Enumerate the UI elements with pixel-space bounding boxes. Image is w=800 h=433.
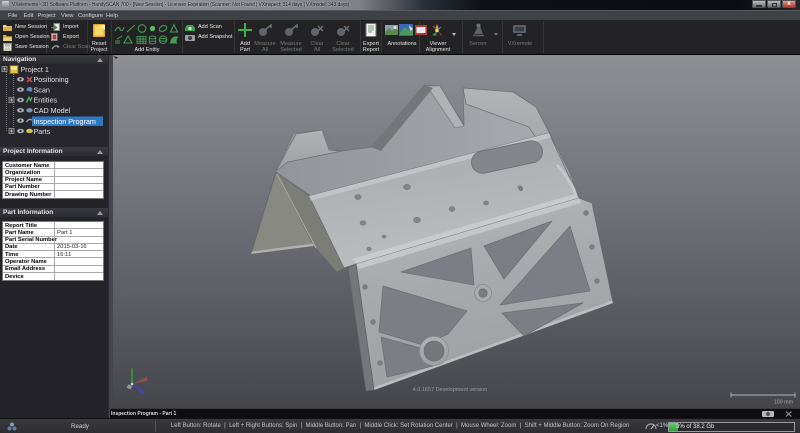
- svg-text:Project 1: Project 1: [21, 65, 49, 74]
- svg-text:100 mm: 100 mm: [774, 400, 794, 406]
- svg-text:Scan: Scan: [34, 85, 50, 94]
- svg-text:Positioning: Positioning: [34, 75, 69, 84]
- svg-text:Parts: Parts: [34, 127, 51, 136]
- svg-text:Inspection Program: Inspection Program: [34, 117, 96, 126]
- svg-text:CAD Model: CAD Model: [34, 106, 71, 115]
- svg-text:Entities: Entities: [34, 96, 58, 105]
